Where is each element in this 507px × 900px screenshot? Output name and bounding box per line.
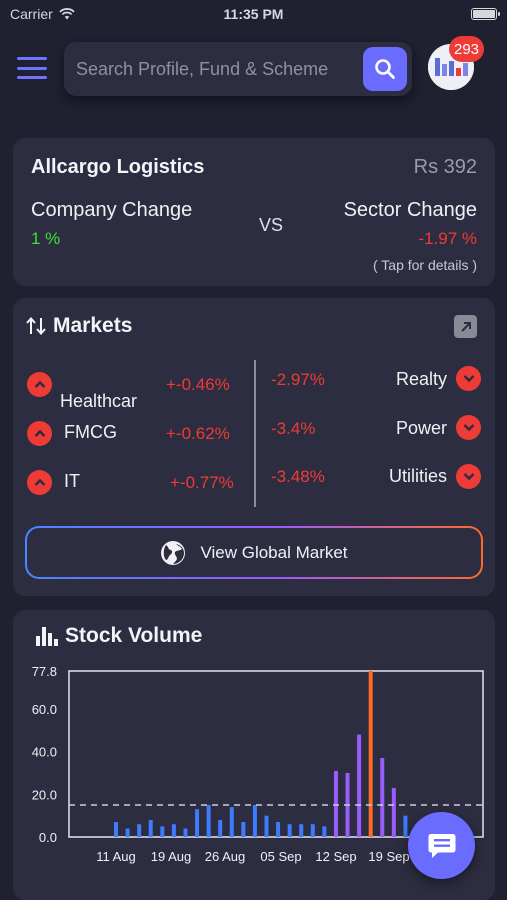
view-global-market-button[interactable]: View Global Market xyxy=(25,526,483,579)
sector-name: Realty xyxy=(395,369,447,389)
x-tick-label: 26 Aug xyxy=(205,849,246,864)
x-tick-label: 11 Aug xyxy=(96,849,136,864)
sector-change-value: -1.97 % xyxy=(418,229,477,248)
sector-name: Power xyxy=(395,418,447,438)
y-tick-label: 40.0 xyxy=(32,745,57,760)
volume-bar xyxy=(391,787,396,837)
volume-bar xyxy=(148,819,153,837)
market-row-right[interactable]: -2.97% Realty xyxy=(13,366,495,396)
x-tick-label: 19 Sep xyxy=(368,849,409,864)
status-bar: Carrier 11:35 PM xyxy=(0,0,507,28)
volume-bar xyxy=(218,819,223,837)
x-tick-label: 05 Sep xyxy=(260,849,301,864)
menu-icon[interactable] xyxy=(17,57,47,79)
arrow-up-right-icon xyxy=(460,321,471,332)
volume-bar xyxy=(195,809,200,837)
volume-bar xyxy=(276,822,281,837)
volume-bar xyxy=(183,828,188,837)
chart-frame xyxy=(68,670,484,838)
markets-title: Markets xyxy=(25,314,132,338)
sector-name: Utilities xyxy=(388,466,447,486)
top-bar: 293 xyxy=(0,36,507,102)
company-change-value: 1 % xyxy=(31,229,61,248)
volume-bar xyxy=(160,826,165,837)
chevron-down-icon[interactable] xyxy=(456,366,481,391)
x-tick-label: 19 Aug xyxy=(151,849,192,864)
volume-bar xyxy=(114,822,118,837)
sort-arrows-icon xyxy=(26,316,46,336)
company-change-card[interactable]: Allcargo Logistics Rs 392 Company Change… xyxy=(13,138,495,286)
volume-bar xyxy=(125,828,130,837)
volume-bar xyxy=(206,804,211,837)
volume-bar xyxy=(264,815,269,837)
search-button[interactable] xyxy=(363,47,407,91)
volume-bar xyxy=(322,826,327,837)
search-bar xyxy=(64,42,412,96)
notification-badge[interactable]: 293 xyxy=(449,36,485,62)
volume-bar xyxy=(287,824,292,837)
volume-bar xyxy=(403,815,408,837)
sector-change: -2.97% xyxy=(271,370,325,389)
volume-bar xyxy=(310,824,315,837)
globe-icon xyxy=(161,540,186,565)
sector-change-label: Sector Change xyxy=(343,199,477,221)
chat-button[interactable] xyxy=(408,812,475,879)
company-price: Rs 392 xyxy=(413,156,477,178)
volume-bar xyxy=(299,824,304,837)
status-time: 11:35 PM xyxy=(223,6,284,22)
expand-button[interactable] xyxy=(454,315,477,338)
sector-change: -3.4% xyxy=(271,419,316,438)
volume-bar xyxy=(171,824,176,837)
x-tick-label: 12 Sep xyxy=(315,849,356,864)
status-left: Carrier xyxy=(10,6,75,22)
search-icon xyxy=(375,59,395,79)
volume-bar xyxy=(252,804,257,837)
company-name: Allcargo Logistics xyxy=(31,156,205,178)
volume-bar xyxy=(241,822,246,837)
y-tick-label: 20.0 xyxy=(32,787,57,802)
volume-bar xyxy=(368,671,373,837)
market-row-right[interactable]: -3.48% Utilities xyxy=(13,463,495,493)
chevron-down-icon[interactable] xyxy=(456,415,481,440)
volume-bar xyxy=(380,758,385,837)
volume-bar xyxy=(137,824,142,837)
volume-bar xyxy=(229,807,234,837)
global-button-label: View Global Market xyxy=(200,542,348,562)
chat-icon xyxy=(428,833,455,858)
volume-bar xyxy=(333,770,338,837)
chevron-down-icon[interactable] xyxy=(456,464,481,489)
global-button-inner: View Global Market xyxy=(27,528,481,577)
tap-hint: ( Tap for details ) xyxy=(372,257,477,273)
y-tick-label: 60.0 xyxy=(32,702,57,717)
wifi-icon xyxy=(59,8,75,20)
battery-icon xyxy=(471,8,500,20)
markets-card: Markets Healthcar +-0.46% FMCG +-0.62% I… xyxy=(13,298,495,596)
vs-label: VS xyxy=(259,215,284,235)
markets-title-text: Markets xyxy=(53,314,133,337)
y-tick-label: 77.8 xyxy=(32,664,57,679)
carrier-label: Carrier xyxy=(10,6,53,22)
market-row-right[interactable]: -3.4% Power xyxy=(13,415,495,445)
volume-bar xyxy=(357,734,362,837)
company-change-label: Company Change xyxy=(31,199,193,221)
y-tick-label: 0.0 xyxy=(39,830,57,845)
search-input[interactable] xyxy=(76,58,356,80)
sector-change: -3.48% xyxy=(271,467,325,486)
